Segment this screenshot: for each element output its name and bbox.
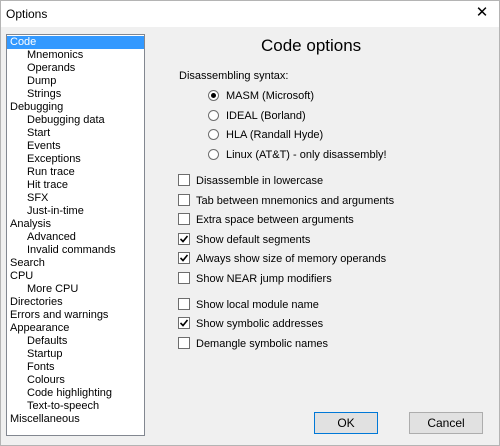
tree-item-invalid-commands[interactable]: Invalid commands	[7, 244, 116, 257]
options-dialog: Options ✕ Code Mnemonics Operands Dump Strin…	[0, 0, 500, 446]
syntax-option[interactable]: Linux (AT&T) - only disassembly!	[208, 148, 387, 162]
tree-item-cpu[interactable]: CPU	[7, 270, 33, 283]
checkbox[interactable]	[178, 298, 190, 310]
tree-item-exceptions[interactable]: Exceptions	[7, 153, 81, 166]
radio-button[interactable]	[208, 129, 219, 140]
checkbox-label: Tab between mnemonics and arguments	[196, 195, 395, 207]
tree-item-miscellaneous[interactable]: Miscellaneous	[7, 413, 80, 426]
checkbox[interactable]	[178, 272, 190, 284]
tree-item-startup[interactable]: Startup	[7, 348, 62, 361]
tree-item-debugging-data[interactable]: Debugging data	[7, 114, 105, 127]
tree-item-operands[interactable]: Operands	[7, 62, 75, 75]
checkbox[interactable]	[178, 213, 190, 225]
window-title: Options	[6, 7, 48, 21]
tree-item-events[interactable]: Events	[7, 140, 61, 153]
tree-item-fonts[interactable]: Fonts	[7, 361, 55, 374]
syntax-option-label: Linux (AT&T) - only disassembly!	[226, 149, 387, 161]
checkbox-label: Show default segments	[196, 234, 311, 246]
checkbox[interactable]	[178, 194, 190, 206]
checkbox-checked[interactable]	[178, 252, 190, 264]
option-checkbox-row[interactable]: Show default segments	[178, 233, 310, 247]
checkbox-label: Show NEAR jump modifiers	[196, 273, 332, 285]
checkbox[interactable]	[178, 174, 190, 186]
syntax-option-label: MASM (Microsoft)	[226, 90, 314, 102]
tree-item-appearance[interactable]: Appearance	[7, 322, 69, 335]
tree-item-code-highlighting[interactable]: Code highlighting	[7, 387, 112, 400]
tree-item-search[interactable]: Search	[7, 257, 45, 270]
syntax-group-label: Disassembling syntax:	[179, 70, 289, 82]
syntax-option-label: IDEAL (Borland)	[226, 110, 306, 122]
checkbox-label: Extra space between arguments	[196, 214, 354, 226]
tree-item-sfx[interactable]: SFX	[7, 192, 48, 205]
tree-item-dump[interactable]: Dump	[7, 75, 56, 88]
close-icon[interactable]: ✕	[471, 3, 493, 23]
option-checkbox-row[interactable]: Tab between mnemonics and arguments	[178, 194, 394, 208]
option-checkbox-row[interactable]: Show NEAR jump modifiers	[178, 272, 332, 286]
tree-item-colours[interactable]: Colours	[7, 374, 65, 387]
option-checkbox-row[interactable]: Disassemble in lowercase	[178, 174, 323, 188]
tree-item-errors-and-warnings[interactable]: Errors and warnings	[7, 309, 108, 322]
syntax-option[interactable]: MASM (Microsoft)	[208, 89, 314, 103]
option-checkbox-row[interactable]: Show symbolic addresses	[178, 317, 323, 331]
checkbox-checked[interactable]	[178, 317, 190, 329]
tree-item-text-to-speech[interactable]: Text-to-speech	[7, 400, 99, 413]
cancel-button[interactable]: Cancel	[409, 412, 483, 434]
checkbox-label: Disassemble in lowercase	[196, 175, 324, 187]
tree-item-analysis[interactable]: Analysis	[7, 218, 51, 231]
option-checkbox-row[interactable]: Extra space between arguments	[178, 213, 354, 227]
checkbox[interactable]	[178, 337, 190, 349]
tree-item-run-trace[interactable]: Run trace	[7, 166, 75, 179]
checkbox-label: Show local module name	[196, 299, 319, 311]
tree-item-more-cpu[interactable]: More CPU	[7, 283, 78, 296]
syntax-option[interactable]: HLA (Randall Hyde)	[208, 128, 323, 142]
radio-button[interactable]	[208, 149, 219, 160]
radio-button[interactable]	[208, 90, 219, 101]
option-checkbox-row[interactable]: Demangle symbolic names	[178, 337, 328, 351]
tree-item-advanced[interactable]: Advanced	[7, 231, 76, 244]
tree-item-defaults[interactable]: Defaults	[7, 335, 67, 348]
option-checkbox-row[interactable]: Show local module name	[178, 298, 319, 312]
radio-button[interactable]	[208, 110, 219, 121]
tree-item-just-in-time[interactable]: Just-in-time	[7, 205, 84, 218]
tree-item-code[interactable]: Code	[7, 36, 144, 49]
title-bar: Options ✕	[1, 1, 499, 27]
checkbox-label: Demangle symbolic names	[196, 338, 329, 350]
syntax-option[interactable]: IDEAL (Borland)	[208, 109, 306, 123]
tree-item-mnemonics[interactable]: Mnemonics	[7, 49, 83, 62]
checkbox-checked[interactable]	[178, 233, 190, 245]
options-tree[interactable]: Code Mnemonics Operands Dump Strings Debuggin…	[6, 34, 145, 436]
syntax-option-label: HLA (Randall Hyde)	[226, 129, 324, 141]
tree-item-start[interactable]: Start	[7, 127, 50, 140]
checkbox-label: Always show size of memory operands	[196, 253, 387, 265]
ok-button[interactable]: OK	[314, 412, 378, 434]
checkbox-label: Show symbolic addresses	[196, 318, 324, 330]
tree-item-hit-trace[interactable]: Hit trace	[7, 179, 68, 192]
page-title: Code options	[261, 36, 362, 55]
tree-item-directories[interactable]: Directories	[7, 296, 63, 309]
tree-item-debugging[interactable]: Debugging	[7, 101, 63, 114]
tree-item-strings[interactable]: Strings	[7, 88, 61, 101]
option-checkbox-row[interactable]: Always show size of memory operands	[178, 252, 386, 266]
